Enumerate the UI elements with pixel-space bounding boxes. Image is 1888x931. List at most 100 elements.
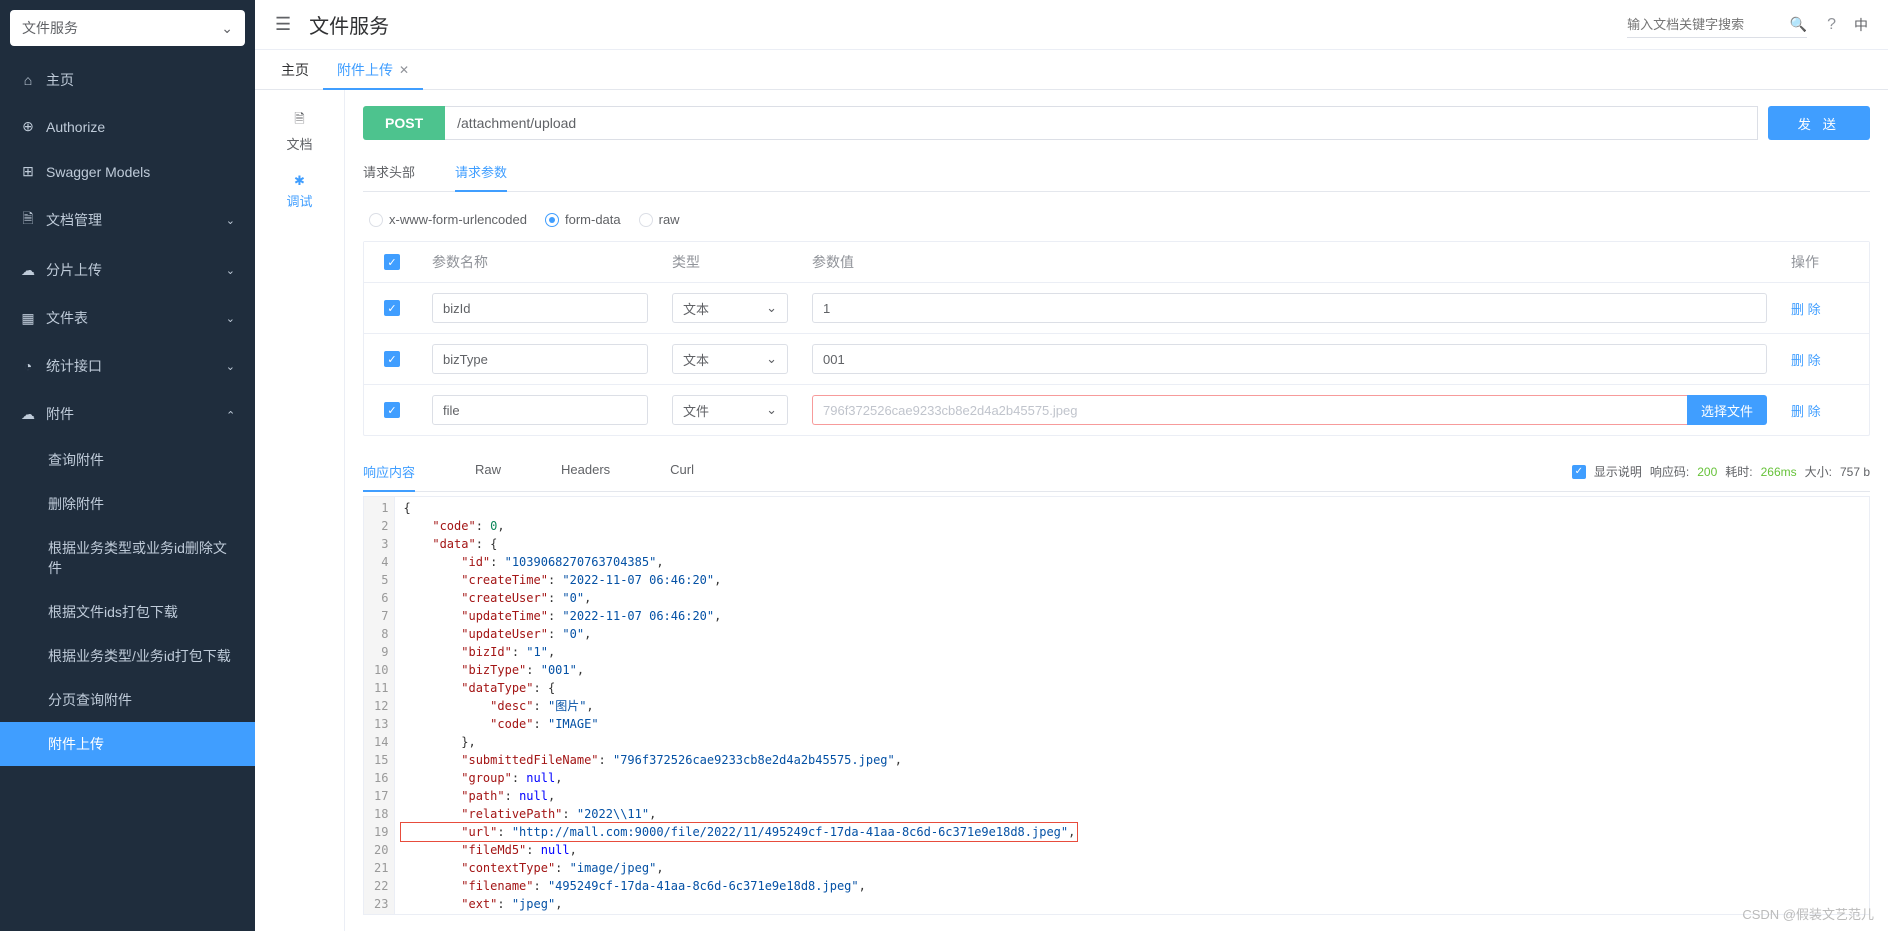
resp-tab-Curl[interactable]: Curl	[670, 452, 694, 491]
sidebar-item-主页[interactable]: ⌂主页	[0, 56, 255, 104]
api-url: /attachment/upload	[445, 106, 1758, 140]
sidebar-item-文件表[interactable]: ▦文件表⌄	[0, 294, 255, 342]
size-label: 大小:	[1805, 463, 1832, 480]
param-name-input[interactable]	[432, 395, 648, 425]
sidebar-item-label: 文档管理	[46, 210, 102, 230]
sidebar-subitem-删除附件[interactable]: 删除附件	[0, 482, 255, 526]
chevron-down-icon: ⌄	[221, 20, 233, 37]
page-title: 文件服务	[309, 10, 1627, 39]
param-type-select[interactable]: 文本⌄	[672, 293, 788, 323]
top-header: ☰ 文件服务 🔍 ? 中	[255, 0, 1888, 50]
chevron-down-icon: ⌄	[766, 300, 777, 316]
sidebar-item-Swagger Models[interactable]: ⊞Swagger Models	[0, 149, 255, 194]
sidebar-item-label: Authorize	[46, 119, 105, 135]
service-selector[interactable]: 文件服务 ⌄	[10, 10, 245, 46]
request-sub-tabs: 请求头部 请求参数	[363, 152, 1870, 192]
watermark: CSDN @假装文艺范儿	[1742, 904, 1874, 923]
close-icon[interactable]: ✕	[399, 63, 409, 77]
right-panel: POST /attachment/upload 发 送 请求头部 请求参数 x-w…	[345, 90, 1888, 931]
sidebar: 文件服务 ⌄ ⌂主页⊕Authorize⊞Swagger Models 🗎 文档管理…	[0, 0, 255, 931]
body-type-radios: x-www-form-urlencoded form-data raw	[363, 206, 1870, 241]
sub-tab-请求头部[interactable]: 请求头部	[363, 152, 415, 191]
doc-icon: 🗎	[20, 208, 36, 232]
response-tabs-row: 响应内容RawHeadersCurl ✓ 显示说明 响应码: 200 耗时: 2…	[363, 452, 1870, 492]
models-icon: ⊞	[20, 163, 36, 180]
body-type-x-www-form-urlencoded[interactable]: x-www-form-urlencoded	[369, 212, 527, 227]
sidebar-subitem-根据业务类型或业务id删除文件[interactable]: 根据业务类型或业务id删除文件	[0, 526, 255, 590]
left-panel: 🗎 文档✱ 调试	[255, 90, 345, 931]
chevron-icon: ⌄	[226, 312, 235, 325]
send-button[interactable]: 发 送	[1768, 106, 1870, 140]
upload-icon: ☁	[20, 262, 36, 279]
chevron-down-icon: ⌄	[766, 351, 777, 367]
radio-icon	[639, 213, 653, 227]
radio-label: x-www-form-urlencoded	[389, 212, 527, 227]
choose-file-button[interactable]: 选择文件	[1687, 395, 1767, 425]
tab-主页[interactable]: 主页	[267, 50, 323, 90]
param-name-input[interactable]	[432, 293, 648, 323]
resp-tab-Raw[interactable]: Raw	[475, 452, 501, 491]
tab-附件上传[interactable]: 附件上传✕	[323, 50, 423, 90]
resp-tab-Headers[interactable]: Headers	[561, 452, 610, 491]
api-row: POST /attachment/upload 发 送	[363, 106, 1870, 140]
sidebar-item-label: 主页	[46, 70, 74, 90]
table-icon: ▦	[20, 310, 36, 327]
show-desc-checkbox[interactable]: ✓	[1572, 465, 1586, 479]
sidebar-subitem-附件上传[interactable]: 附件上传	[0, 722, 255, 766]
http-method-badge: POST	[363, 106, 445, 140]
stats-icon: ◔	[20, 358, 36, 374]
time-label: 耗时:	[1725, 463, 1752, 480]
delete-button[interactable]: 删 除	[1791, 401, 1821, 420]
search-input[interactable]	[1627, 17, 1784, 32]
sidebar-subitem-查询附件[interactable]: 查询附件	[0, 438, 255, 482]
resp-tab-响应内容[interactable]: 响应内容	[363, 452, 415, 491]
response-time: 266ms	[1761, 465, 1797, 479]
sidebar-item-文档管理[interactable]: 🗎 文档管理 ⌄	[0, 194, 255, 246]
help-icon[interactable]: ?	[1827, 16, 1836, 34]
param-value-input[interactable]	[812, 293, 1767, 323]
sidebar-subitem-分页查询附件[interactable]: 分页查询附件	[0, 678, 255, 722]
col-action: 操作	[1779, 242, 1869, 282]
table-row: ✓ 文本⌄ 删 除	[364, 283, 1869, 334]
row-checkbox[interactable]: ✓	[384, 300, 400, 316]
chevron-icon: ⌄	[226, 408, 235, 421]
param-type-select[interactable]: 文件⌄	[672, 395, 788, 425]
main: ☰ 文件服务 🔍 ? 中 主页附件上传✕ 🗎 文档✱ 调试 POST /atta…	[255, 0, 1888, 931]
delete-button[interactable]: 删 除	[1791, 299, 1821, 318]
radio-icon	[545, 213, 559, 227]
row-checkbox[interactable]: ✓	[384, 402, 400, 418]
sidebar-item-统计接口[interactable]: ◔统计接口⌄	[0, 342, 255, 390]
search-box: 🔍	[1627, 12, 1807, 38]
file-name-display: 796f372526cae9233cb8e2d4a2b45575.jpeg	[812, 395, 1687, 425]
attach-icon: ☁	[20, 406, 36, 423]
collapse-icon[interactable]: ☰	[275, 14, 291, 35]
language-toggle[interactable]: 中	[1854, 15, 1868, 35]
delete-button[interactable]: 删 除	[1791, 350, 1821, 369]
table-row: ✓ 文本⌄ 删 除	[364, 334, 1869, 385]
show-desc-label: 显示说明	[1594, 463, 1642, 480]
row-checkbox[interactable]: ✓	[384, 351, 400, 367]
left-panel-文档[interactable]: 🗎 文档	[255, 100, 344, 163]
code-label: 响应码:	[1650, 463, 1689, 480]
param-type-select[interactable]: 文本⌄	[672, 344, 788, 374]
col-value: 参数值	[800, 242, 1779, 282]
check-all[interactable]: ✓	[384, 254, 400, 270]
response-body: 1234567891011121314151617181920212223242…	[363, 496, 1870, 915]
col-name: 参数名称	[420, 242, 660, 282]
chevron-icon: ⌄	[226, 360, 235, 373]
body-type-form-data[interactable]: form-data	[545, 212, 621, 227]
sidebar-item-附件[interactable]: ☁附件⌄	[0, 390, 255, 438]
sub-tab-请求参数[interactable]: 请求参数	[455, 152, 507, 191]
param-value-input[interactable]	[812, 344, 1767, 374]
sidebar-item-分片上传[interactable]: ☁分片上传⌄	[0, 246, 255, 294]
sidebar-item-Authorize[interactable]: ⊕Authorize	[0, 104, 255, 149]
tab-label: 主页	[281, 60, 309, 80]
body-type-raw[interactable]: raw	[639, 212, 680, 227]
param-name-input[interactable]	[432, 344, 648, 374]
tabs-bar: 主页附件上传✕	[255, 50, 1888, 90]
left-panel-调试[interactable]: ✱ 调试	[255, 163, 344, 220]
sidebar-subitem-根据业务类型/业务id打包下载[interactable]: 根据业务类型/业务id打包下载	[0, 634, 255, 678]
search-icon[interactable]: 🔍	[1790, 16, 1807, 33]
sidebar-subitem-根据文件ids打包下载[interactable]: 根据文件ids打包下载	[0, 590, 255, 634]
chevron-icon: ⌄	[226, 214, 235, 227]
